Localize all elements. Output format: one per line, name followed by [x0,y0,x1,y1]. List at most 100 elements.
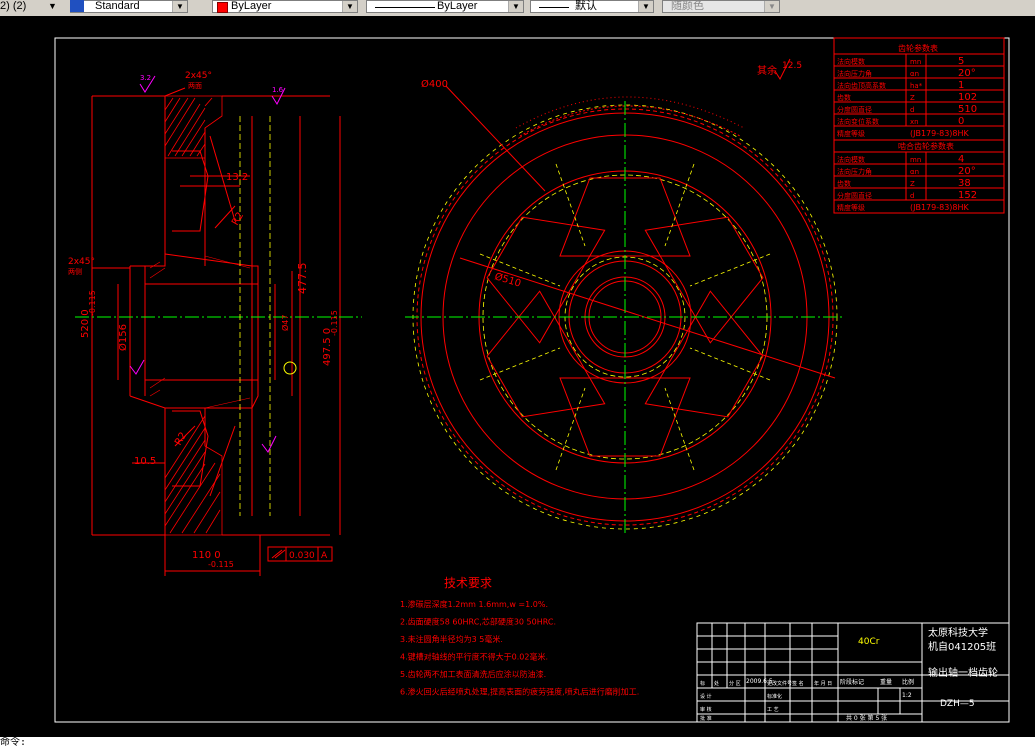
properties-toolbar: 2) (2) ▼ Standard ▼ ByLayer ▼ ByLayer ▼ … [0,0,1035,17]
title-scale-col: 比例 [902,678,914,686]
roughness-top2: 1.6 [272,86,284,94]
title-school-line2: 机自041205班 [928,640,996,653]
dim-477-5: 477.5 [296,263,309,295]
param-row-value: (JB179-83)8HK [910,203,970,212]
param-row-value: 20° [958,166,976,177]
linetype-sample-icon [375,7,435,8]
title-small-label: 审 核 [700,706,712,713]
param-row-symbol: mn [910,156,921,164]
dim-110-tol: -0.115 [208,560,234,569]
lineweight-control-value: 默认 [575,0,597,12]
tech-req-list: 1.渗碳层深度1.2mm 1.6mm,w =1.0%. 2.齿面硬度58 60HR… [400,599,639,697]
tech-req-item: 2.齿面硬度58 60HRC,芯部硬度30 50HRC. [400,617,556,627]
title-small-label: 标 [700,680,705,687]
param-row-label: 精度等级 [837,129,865,138]
param-row-value: 0 [958,116,964,127]
tech-req-item: 5.齿轮两不加工表面清洗后应涂以防油漆. [400,669,546,679]
chevron-down-icon: ▼ [764,1,779,12]
param-row-label: 法向模数 [837,57,865,66]
title-small-label: 更改文件号 [767,680,792,687]
command-line[interactable]: 命令: [0,737,1035,749]
title-small-label: 分 区 [729,680,741,687]
param-row-label: 分度圆直径 [837,105,872,114]
param-row-label: 法向齿顶高系数 [837,81,886,90]
parameter-table-text: 齿轮参数表法向模数 mn 5 法向压力角 αn 20° 法向齿顶高系数 ha* 1 齿数 Z 102 分… [837,43,977,212]
title-material: 40Cr [858,637,880,647]
param-row-label: 法向模数 [837,155,865,164]
text-style-combo[interactable]: Standard ▼ [70,0,188,13]
param-row-label: 齿数 [837,179,851,188]
param-row-symbol: ha* [910,82,923,90]
title-small-label: 工 艺 [767,707,779,713]
title-drawing-no: DZH—5 [940,699,975,709]
layer-prefix-text: 2) (2) [0,0,27,12]
param-row-value: 38 [958,178,971,189]
param-row-symbol: αn [910,70,919,78]
layer-dropdown-arrow-icon[interactable]: ▼ [48,0,57,13]
param-row-value: 510 [958,104,977,115]
dim-chamfer-left-note: 两侧 [68,267,82,276]
tech-req-item: 4.键槽对轴线的平行度不得大于0.02毫米. [400,652,548,662]
section-view [91,87,341,576]
drawing-canvas[interactable]: 3.2 1.6 2x45° 两面 2x45° 两侧 13.2 R2 R2 477… [0,16,1035,737]
tech-req-item: 3.未注圆角半径均为3 5毫米. [400,634,503,644]
tolerance-datum: A [321,551,328,561]
param-row-value: 20° [958,68,976,79]
title-school-line1: 太原科技大学 [928,626,988,639]
chevron-down-icon[interactable]: ▼ [342,1,357,12]
title-small-label: 年 月 日 [814,680,832,687]
dim-497-5-tol: -0.115 [330,310,339,336]
title-part-name: 输出轴一档齿轮 [928,666,998,679]
lineweight-control-combo[interactable]: 默认 ▼ [530,0,654,13]
param-row-label: 齿数 [837,93,851,102]
chevron-down-icon[interactable]: ▼ [172,1,187,12]
title-mark-col: 阶段标记 [840,678,864,686]
param-row-symbol: αn [910,168,919,176]
linetype-control-combo[interactable]: ByLayer ▼ [366,0,524,13]
tech-req-item: 1.渗碳层深度1.2mm 1.6mm,w =1.0%. [400,599,548,609]
tolerance-value: 0.030 [289,551,315,561]
dim-phi47: Ø47 [280,315,290,331]
chevron-down-icon[interactable]: ▼ [638,1,653,12]
title-small-label: 设 计 [700,693,712,700]
param-row-symbol: xn [910,118,919,126]
param-row-label: 精度等级 [837,203,865,212]
dim-10-5: 10.5 [134,456,156,467]
color-control-combo[interactable]: ByLayer ▼ [212,0,358,13]
param-row-value: 1 [958,80,964,91]
dim-chamfer-top: 2x45° [185,71,212,81]
param-row-value: 102 [958,92,977,103]
plotstyle-control-combo: 随颜色 ▼ [662,0,780,13]
param-row-symbol: d [910,106,914,114]
param-row-label: 法向压力角 [837,69,872,78]
param-row-label: 法向压力角 [837,167,872,176]
param-header-1: 齿轮参数表 [898,43,938,53]
param-row-value: 152 [958,190,977,201]
param-header-2: 啮合齿轮参数表 [898,141,954,151]
color-control-value: ByLayer [231,0,272,12]
dim-phi400: Ø400 [421,78,448,90]
dim-phi156: Ø156 [117,324,129,351]
tech-req-title: 技术要求 [444,576,492,590]
dim-chamfer-left: 2x45° [68,257,95,267]
lineweight-sample-icon [539,7,569,8]
title-sheets: 共 0 张 第 5 张 [846,714,887,722]
param-row-symbol: Z [910,180,915,188]
roughness-symbols [129,75,286,453]
title-small-label: 批 准 [700,715,712,722]
plotstyle-control-value: 随颜色 [671,0,704,12]
param-row-symbol: Z [910,94,915,102]
dim-520-tol: -0.115 [88,290,97,316]
drawing-svg[interactable]: 3.2 1.6 2x45° 两面 2x45° 两侧 13.2 R2 R2 477… [0,16,1035,737]
param-row-value: 4 [958,154,964,165]
param-row-symbol: mn [910,58,921,66]
param-row-value: (JB179-83)8HK [910,129,970,138]
param-row-symbol: d [910,192,914,200]
title-small-label: 处 [714,680,719,687]
param-row-label: 分度圆直径 [837,191,872,200]
chevron-down-icon[interactable]: ▼ [508,1,523,12]
title-scale: 1:2 [902,692,912,699]
dim-13-2: 13.2 [226,172,248,183]
command-prompt: 命令: [0,737,27,748]
linetype-control-value: ByLayer [437,0,478,12]
